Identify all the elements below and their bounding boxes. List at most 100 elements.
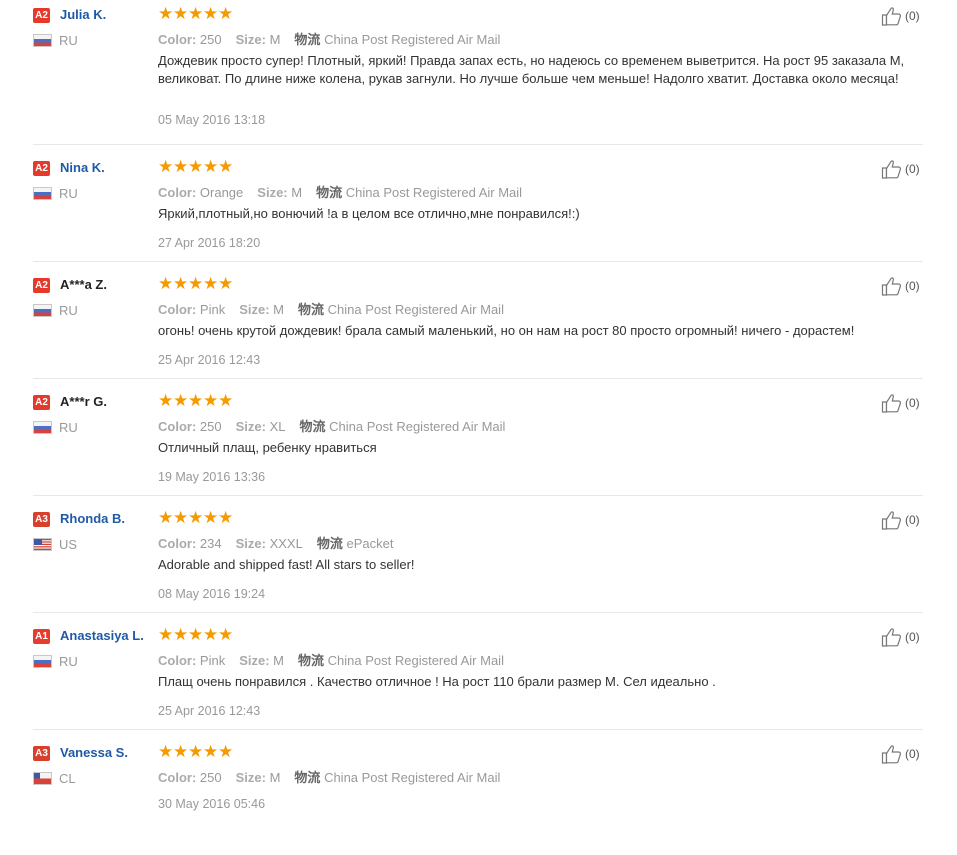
star-rating: ★★★★★ <box>158 158 233 176</box>
star-icon: ★ <box>218 391 234 410</box>
shipping-label: 物流 <box>298 653 325 668</box>
shipping-label: 物流 <box>298 302 325 317</box>
size-label: Size: <box>257 185 288 200</box>
review-divider <box>33 729 923 730</box>
star-rating: ★★★★★ <box>158 509 233 527</box>
review-text: огонь! очень крутой дождевик! брала самы… <box>158 323 855 338</box>
buyer-level-badge: A2 <box>33 278 50 293</box>
buyer-level-badge: A2 <box>33 8 50 23</box>
shipping-label: 物流 <box>294 32 321 47</box>
star-icon: ★ <box>203 391 219 410</box>
color-label: Color: <box>158 185 197 200</box>
star-icon: ★ <box>173 157 189 176</box>
review-text: Дождевик просто супер! Плотный, яркий! П… <box>158 53 905 86</box>
buyer-name: A***a Z. <box>60 277 107 292</box>
star-rating: ★★★★★ <box>158 392 233 410</box>
order-info: Color: 234 Size: XXXL 物流 ePacket <box>158 533 393 552</box>
buyer-name[interactable]: Nina K. <box>60 160 105 175</box>
buyer-level-badge: A2 <box>33 395 50 410</box>
country-flag-icon <box>33 304 52 317</box>
thumbs-up-icon[interactable] <box>881 6 905 26</box>
thumbs-up-icon[interactable] <box>881 159 905 179</box>
star-icon: ★ <box>203 742 219 761</box>
review-text: Отличный плащ, ребенку нравиться <box>158 440 377 455</box>
thumbs-up-icon[interactable] <box>881 276 905 296</box>
color-label: Color: <box>158 302 197 317</box>
review-item-vanessa-s: A3 Vanessa S. CL ★★★★★ Color: 250 Size: M 物流 C… <box>0 738 923 855</box>
color-value: Orange <box>199 185 244 200</box>
thumbs-up-icon[interactable] <box>881 393 905 413</box>
size-value: M <box>269 770 281 785</box>
color-label: Color: <box>158 32 197 47</box>
size-label: Size: <box>235 770 266 785</box>
order-info: Color: Pink Size: M 物流 China Post Register… <box>158 650 504 669</box>
order-info: Color: Orange Size: M 物流 China Post Regist… <box>158 182 522 201</box>
buyer-name[interactable]: Anastasiya L. <box>60 628 144 643</box>
helpful-button[interactable]: (0) <box>881 627 920 647</box>
star-icon: ★ <box>218 508 234 527</box>
star-icon: ★ <box>158 274 174 293</box>
star-icon: ★ <box>218 625 234 644</box>
review-divider <box>33 144 923 145</box>
shipping-label: 物流 <box>294 770 321 785</box>
country-code: RU <box>59 33 78 48</box>
country-flag-icon <box>33 655 52 668</box>
star-icon: ★ <box>218 274 234 293</box>
helpful-count: (0) <box>905 513 920 527</box>
helpful-button[interactable]: (0) <box>881 276 920 296</box>
shipping-method: ePacket <box>346 536 394 551</box>
size-label: Size: <box>235 419 266 434</box>
size-label: Size: <box>239 653 270 668</box>
star-icon: ★ <box>173 742 189 761</box>
thumbs-up-icon[interactable] <box>881 627 905 647</box>
star-icon: ★ <box>218 4 234 23</box>
review-text: Плащ очень понравился . Качество отлично… <box>158 674 716 689</box>
shipping-label: 物流 <box>316 536 343 551</box>
star-icon: ★ <box>188 4 204 23</box>
review-item-a-r-g: A2 A***r G. RU ★★★★★ Color: 250 Size: XL 物流 Ch… <box>0 387 923 504</box>
buyer-name[interactable]: Vanessa S. <box>60 745 128 760</box>
color-label: Color: <box>158 419 197 434</box>
size-value: XL <box>269 419 286 434</box>
star-icon: ★ <box>203 274 219 293</box>
helpful-button[interactable]: (0) <box>881 510 920 530</box>
star-icon: ★ <box>188 391 204 410</box>
review-item-rhonda-b: A3 Rhonda B. US ★★★★★ Color: 234 Size: XXXL 物流… <box>0 504 923 621</box>
size-value: M <box>273 653 285 668</box>
review-date: 30 May 2016 05:46 <box>158 797 266 811</box>
order-info: Color: Pink Size: M 物流 China Post Register… <box>158 299 504 318</box>
review-text: Adorable and shipped fast! All stars to … <box>158 557 415 572</box>
shipping-method: China Post Registered Air Mail <box>345 185 523 200</box>
star-icon: ★ <box>158 625 174 644</box>
helpful-button[interactable]: (0) <box>881 6 920 26</box>
helpful-count: (0) <box>905 396 920 410</box>
helpful-button[interactable]: (0) <box>881 744 920 764</box>
color-value: Pink <box>199 653 226 668</box>
shipping-label: 物流 <box>316 185 343 200</box>
country-code: RU <box>59 186 78 201</box>
buyer-name[interactable]: Rhonda B. <box>60 511 125 526</box>
thumbs-up-icon[interactable] <box>881 510 905 530</box>
reviews-list: A2 Julia K. RU ★★★★★ Color: 250 Size: M 物流 Chi… <box>0 0 957 814</box>
review-divider <box>33 495 923 496</box>
star-icon: ★ <box>173 274 189 293</box>
review-date: 05 May 2016 13:18 <box>158 113 266 127</box>
star-icon: ★ <box>158 391 174 410</box>
star-icon: ★ <box>188 508 204 527</box>
helpful-button[interactable]: (0) <box>881 159 920 179</box>
size-value: M <box>269 32 281 47</box>
color-value: 250 <box>199 32 222 47</box>
shipping-method: China Post Registered Air Mail <box>329 419 506 434</box>
color-label: Color: <box>158 653 197 668</box>
buyer-name[interactable]: Julia K. <box>60 7 106 22</box>
color-value: Pink <box>199 302 226 317</box>
shipping-method: China Post Registered Air Mail <box>324 770 501 785</box>
star-icon: ★ <box>188 157 204 176</box>
helpful-button[interactable]: (0) <box>881 393 920 413</box>
helpful-count: (0) <box>905 162 920 176</box>
thumbs-up-icon[interactable] <box>881 744 905 764</box>
star-icon: ★ <box>173 391 189 410</box>
size-label: Size: <box>239 302 270 317</box>
country-flag-icon <box>33 187 52 200</box>
country-code: RU <box>59 420 78 435</box>
